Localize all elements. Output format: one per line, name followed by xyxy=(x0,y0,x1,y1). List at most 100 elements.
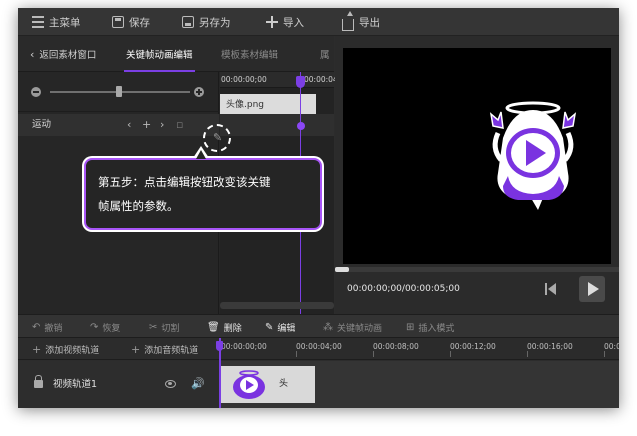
add-audio-track-button[interactable]: + 添加音频轨道 xyxy=(131,338,198,360)
redo-button[interactable]: ↷ 恢复 xyxy=(90,315,120,339)
save-as-icon xyxy=(182,16,194,28)
keyframe-playhead-handle[interactable] xyxy=(296,76,305,88)
undo-label: 撤销 xyxy=(44,323,63,334)
tutorial-tooltip: 第五步：点击编辑按钮改变该关键 帧属性的参数。 xyxy=(84,158,322,230)
plus-icon xyxy=(266,16,278,28)
tab-template-edit[interactable]: 模板素材编辑 xyxy=(221,36,278,72)
edit-label: 编辑 xyxy=(277,323,296,334)
video-track-area: 头像.png xyxy=(219,361,619,408)
undo-icon: ↶ xyxy=(32,321,41,333)
tooltip-arrow-inner xyxy=(196,150,206,159)
ruler-label: 00:00:08;00 xyxy=(373,342,419,351)
keyframe-track-row xyxy=(220,114,334,136)
edit-button[interactable]: ✎ 编辑 xyxy=(265,315,295,339)
ruler-label: 00:00:12;00 xyxy=(450,342,496,351)
ruler-tick xyxy=(604,351,605,357)
chevron-left-icon: ‹ xyxy=(30,47,35,61)
ruler-label: 00:00:2 xyxy=(604,342,619,351)
ruler-start: 00:00:00;00 xyxy=(221,75,267,84)
preview-scrollbar-knob[interactable] xyxy=(335,267,349,272)
eye-icon[interactable] xyxy=(165,380,176,388)
plus-small-icon: + xyxy=(32,342,42,356)
insert-mode-label: 插入模式 xyxy=(418,323,455,334)
trash-icon: 🗑 xyxy=(207,321,220,333)
undo-button[interactable]: ↶ 撤销 xyxy=(32,315,62,339)
prev-keyframe-icon[interactable]: ‹ xyxy=(127,114,131,136)
zoom-row xyxy=(18,72,219,112)
pencil-edit-icon: ✎ xyxy=(265,321,274,333)
track-header: + 添加视频轨道 + 添加音频轨道 xyxy=(18,338,219,360)
keyframe-marker[interactable] xyxy=(297,122,305,130)
save-icon xyxy=(112,16,124,28)
overflow-tab-label: 属 xyxy=(320,50,330,61)
video-track-header: 视频轨道1 🔊 xyxy=(18,361,219,408)
insert-mode-button[interactable]: ⊞ 插入模式 xyxy=(406,315,454,339)
keyframe-clip[interactable]: 头像.png xyxy=(220,94,316,116)
preview-panel: 00:00:00;00/00:00:05;00 xyxy=(335,36,619,314)
pencil-icon[interactable]: ✎ xyxy=(213,131,222,144)
next-keyframe-icon[interactable]: › xyxy=(160,114,164,136)
insert-mode-icon: ⊞ xyxy=(406,321,415,333)
motion-row[interactable]: 运动 ‹ + › ▫ xyxy=(18,114,219,136)
zoom-in-icon[interactable] xyxy=(194,87,204,97)
ruler-label: 00:00:04;00 xyxy=(296,342,342,351)
zoom-slider-knob[interactable] xyxy=(116,86,122,97)
skip-back-icon[interactable] xyxy=(545,283,557,295)
keyframe-clip-label: 头像.png xyxy=(226,100,264,110)
keyframe-icon: ⁂ xyxy=(323,321,333,333)
add-keyframe-icon[interactable]: + xyxy=(142,114,151,136)
zoom-out-icon[interactable] xyxy=(31,87,41,97)
export-button[interactable]: 导出 xyxy=(342,8,380,36)
video-track-name: 视频轨道1 xyxy=(53,379,98,390)
ruler-label: 00:00:16;00 xyxy=(527,342,573,351)
import-button[interactable]: 导入 xyxy=(266,8,304,36)
keyframe-animation-button[interactable]: ⁂ 关键帧动画 xyxy=(323,315,382,339)
add-video-track-label: 添加视频轨道 xyxy=(45,345,100,356)
preview-time: 00:00:00;00/00:00:05;00 xyxy=(347,284,460,294)
ruler-tick xyxy=(527,351,528,357)
save-as-label: 另存为 xyxy=(199,16,231,29)
save-as-button[interactable]: 另存为 xyxy=(182,8,231,36)
speaker-icon[interactable]: 🔊 xyxy=(191,377,205,390)
play-button[interactable] xyxy=(579,276,605,302)
back-to-media-tab[interactable]: ‹ 返回素材窗口 xyxy=(30,36,96,72)
keyframe-ruler: 00:00:00;00 00:00:04;0 xyxy=(220,72,345,88)
timeline-playhead-handle[interactable] xyxy=(216,341,223,351)
delete-label: 删除 xyxy=(223,323,242,334)
template-tab-label: 模板素材编辑 xyxy=(221,50,279,61)
timeline-ruler[interactable]: 00:00:00;00 00:00:04;00 00:00:08;00 00:0… xyxy=(219,338,619,360)
tab-keyframe-edit[interactable]: 关键帧动画编辑 xyxy=(124,36,195,72)
lock-icon[interactable] xyxy=(34,375,43,388)
scissors-icon: ✂ xyxy=(149,321,158,333)
add-audio-track-label: 添加音频轨道 xyxy=(144,345,199,356)
video-clip-label: 头像.png xyxy=(279,379,289,389)
clip-thumbnail xyxy=(233,370,265,399)
save-button[interactable]: 保存 xyxy=(112,8,150,36)
import-label: 导入 xyxy=(283,16,304,29)
video-clip[interactable]: 头像.png xyxy=(219,366,315,403)
plus-small-icon: + xyxy=(131,342,141,356)
ruler-label: 00:00:00;00 xyxy=(221,342,267,351)
keyframe-tab-label: 关键帧动画编辑 xyxy=(126,50,193,61)
redo-label: 恢复 xyxy=(102,323,121,334)
keyframe-scrollbar[interactable] xyxy=(220,302,334,309)
ruler-tick xyxy=(373,351,374,357)
redo-icon: ↷ xyxy=(90,321,99,333)
tooltip-line-2: 帧属性的参数。 xyxy=(98,199,179,213)
menu-icon xyxy=(32,16,44,28)
delete-button[interactable]: 🗑 删除 xyxy=(207,315,242,339)
panel-tabs: ‹ 返回素材窗口 关键帧动画编辑 模板素材编辑 属 xyxy=(18,36,334,72)
main-menu-button[interactable]: 主菜单 xyxy=(32,8,81,36)
main-menu-label: 主菜单 xyxy=(49,16,81,29)
cut-button[interactable]: ✂ 切割 xyxy=(149,315,179,339)
add-video-track-button[interactable]: + 添加视频轨道 xyxy=(32,338,99,360)
save-label: 保存 xyxy=(129,16,150,29)
keyframe-label: 关键帧动画 xyxy=(337,323,383,334)
preview-scrollbar[interactable] xyxy=(335,267,619,272)
edit-toolbar: ↶ 撤销 ↷ 恢复 ✂ 切割 🗑 删除 ✎ 编辑 ⁂ 关键帧动画 ⊞ 插入模式 xyxy=(18,314,619,338)
tab-overflow[interactable]: 属 xyxy=(320,36,330,72)
cut-label: 切割 xyxy=(161,323,180,334)
back-tab-label: 返回素材窗口 xyxy=(39,50,97,61)
delete-keyframe-icon[interactable]: ▫ xyxy=(176,114,183,136)
motion-label: 运动 xyxy=(32,119,52,130)
